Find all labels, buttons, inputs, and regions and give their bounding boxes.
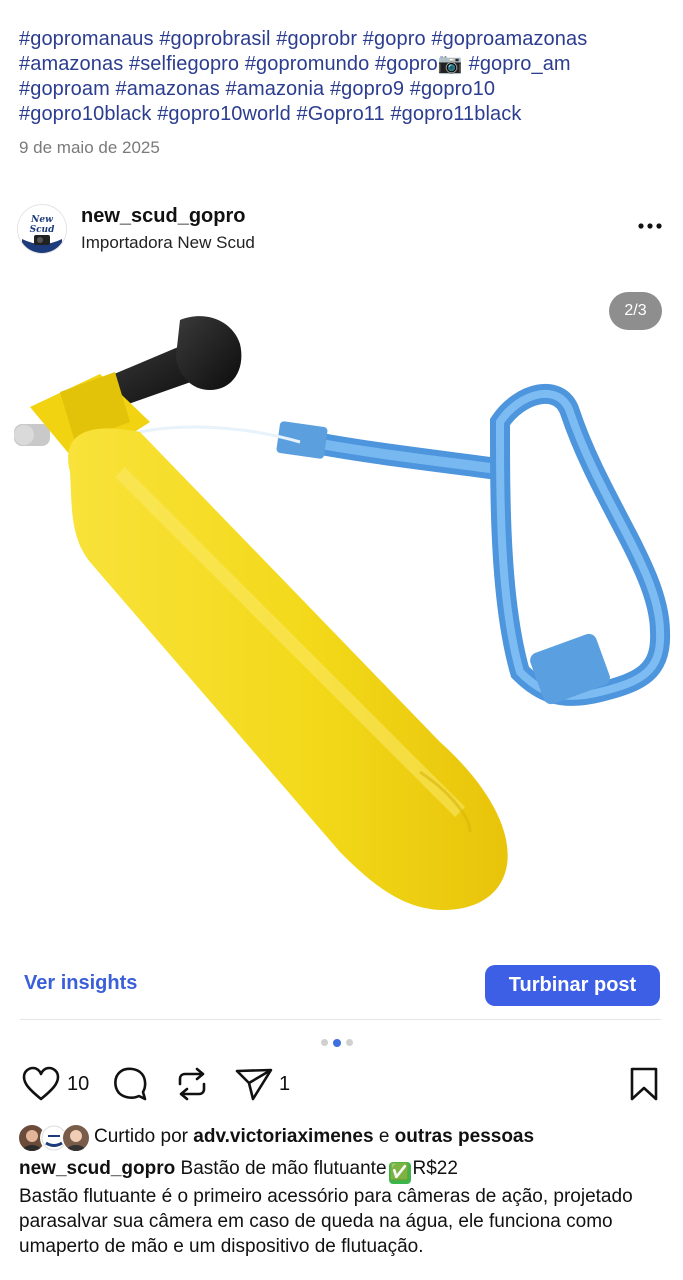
hashtag-link[interactable]: #selfiegopro [129, 53, 239, 75]
boost-post-button[interactable]: Turbinar post [485, 965, 660, 1006]
caption-body: Bastão flutuante é o primeiro acessório … [19, 1186, 633, 1257]
post-username[interactable]: new_scud_gopro [81, 205, 245, 228]
caption-username[interactable]: new_scud_gopro [19, 1158, 175, 1179]
liked-by-prefix: Curtido por [94, 1126, 188, 1147]
divider [20, 1019, 661, 1020]
hashtag-link[interactable]: #gopro_am [469, 53, 571, 75]
hashtag-link[interactable]: #gopro11black [390, 103, 521, 125]
liker-avatar [62, 1124, 90, 1152]
hashtag-link[interactable]: #gopro📷 [375, 53, 463, 75]
hashtag-link[interactable]: #gopromanaus [19, 28, 154, 50]
hashtag-link[interactable]: #Gopro11 [296, 103, 384, 125]
hashtag-line: #goproam #amazonas #amazonia #gopro9 #go… [19, 77, 669, 102]
post-header: New Scud new_scud_gopro Importadora New … [0, 198, 683, 260]
hashtag-link[interactable]: #gopro [363, 28, 426, 50]
action-bar: 10 1 [0, 1064, 683, 1106]
hashtag-link[interactable]: #gopro9 [330, 78, 404, 100]
carousel-dot [346, 1039, 353, 1046]
floating-hand-grip-photo [14, 316, 671, 911]
hashtag-link[interactable]: #goproam [19, 78, 110, 100]
svg-text:New: New [30, 215, 53, 225]
hashtag-line: #gopromanaus #goprobrasil #goprobr #gopr… [19, 27, 669, 52]
send-icon[interactable] [234, 1066, 274, 1102]
carousel-dot [321, 1039, 328, 1046]
liker-username[interactable]: adv.victoriaximenes [193, 1126, 373, 1147]
post-date: 9 de maio de 2025 [19, 138, 160, 157]
hashtag-line: #amazonas #selfiegopro #gopromundo #gopr… [19, 52, 669, 77]
likes-count[interactable]: 10 [67, 1073, 89, 1096]
hashtag-link[interactable]: #goprobrasil [159, 28, 270, 50]
check-mark-icon: ✅ [388, 1162, 411, 1184]
hashtag-line: #gopro10black #gopro10world #Gopro11 #go… [19, 102, 669, 127]
liked-by-row[interactable]: Curtido por adv.victoriaximenes e outras… [18, 1124, 678, 1152]
caption-title: Bastão de mão flutuante [180, 1158, 387, 1179]
carousel-counter: 2/3 [609, 292, 662, 330]
ellipsis-icon[interactable] [637, 216, 663, 236]
hashtag-link[interactable]: #amazonia [226, 78, 325, 100]
hashtags-block: #gopromanaus #goprobrasil #goprobr #gopr… [19, 27, 669, 127]
avatar[interactable]: New Scud [17, 204, 67, 254]
liked-by-text: Curtido por adv.victoriaximenes e outras… [94, 1126, 534, 1148]
hashtag-link[interactable]: #gopromundo [245, 53, 370, 75]
hashtag-link[interactable]: #gopro10black [19, 103, 152, 125]
hashtag-link[interactable]: #gopro10 [410, 78, 495, 100]
post-image[interactable]: 2/3 [0, 272, 683, 940]
svg-text:Scud: Scud [30, 225, 56, 235]
hashtag-link[interactable]: #goproamazonas [431, 28, 587, 50]
liker-avatars [18, 1124, 90, 1152]
post-location[interactable]: Importadora New Scud [81, 233, 255, 253]
shares-count[interactable]: 1 [279, 1073, 290, 1096]
others-link[interactable]: outras pessoas [395, 1126, 534, 1147]
caption-price: R$22 [412, 1158, 458, 1179]
heart-icon[interactable] [22, 1066, 60, 1102]
comment-icon[interactable] [112, 1066, 148, 1102]
liked-by-connector: e [378, 1126, 390, 1147]
view-insights-link[interactable]: Ver insights [24, 972, 137, 995]
hashtag-link[interactable]: #amazonas [116, 78, 220, 100]
post-caption: new_scud_gopro Bastão de mão flutuante ✅ R… [19, 1156, 669, 1259]
hashtag-link[interactable]: #amazonas [19, 53, 123, 75]
hashtag-link[interactable]: #goprobr [276, 28, 357, 50]
new-scud-logo: New Scud [18, 205, 66, 253]
hashtag-link[interactable]: #gopro10world [157, 103, 291, 125]
carousel-indicator [321, 1038, 353, 1047]
carousel-dot-active [333, 1038, 341, 1047]
repost-icon[interactable] [174, 1066, 210, 1102]
bookmark-icon[interactable] [628, 1066, 660, 1102]
